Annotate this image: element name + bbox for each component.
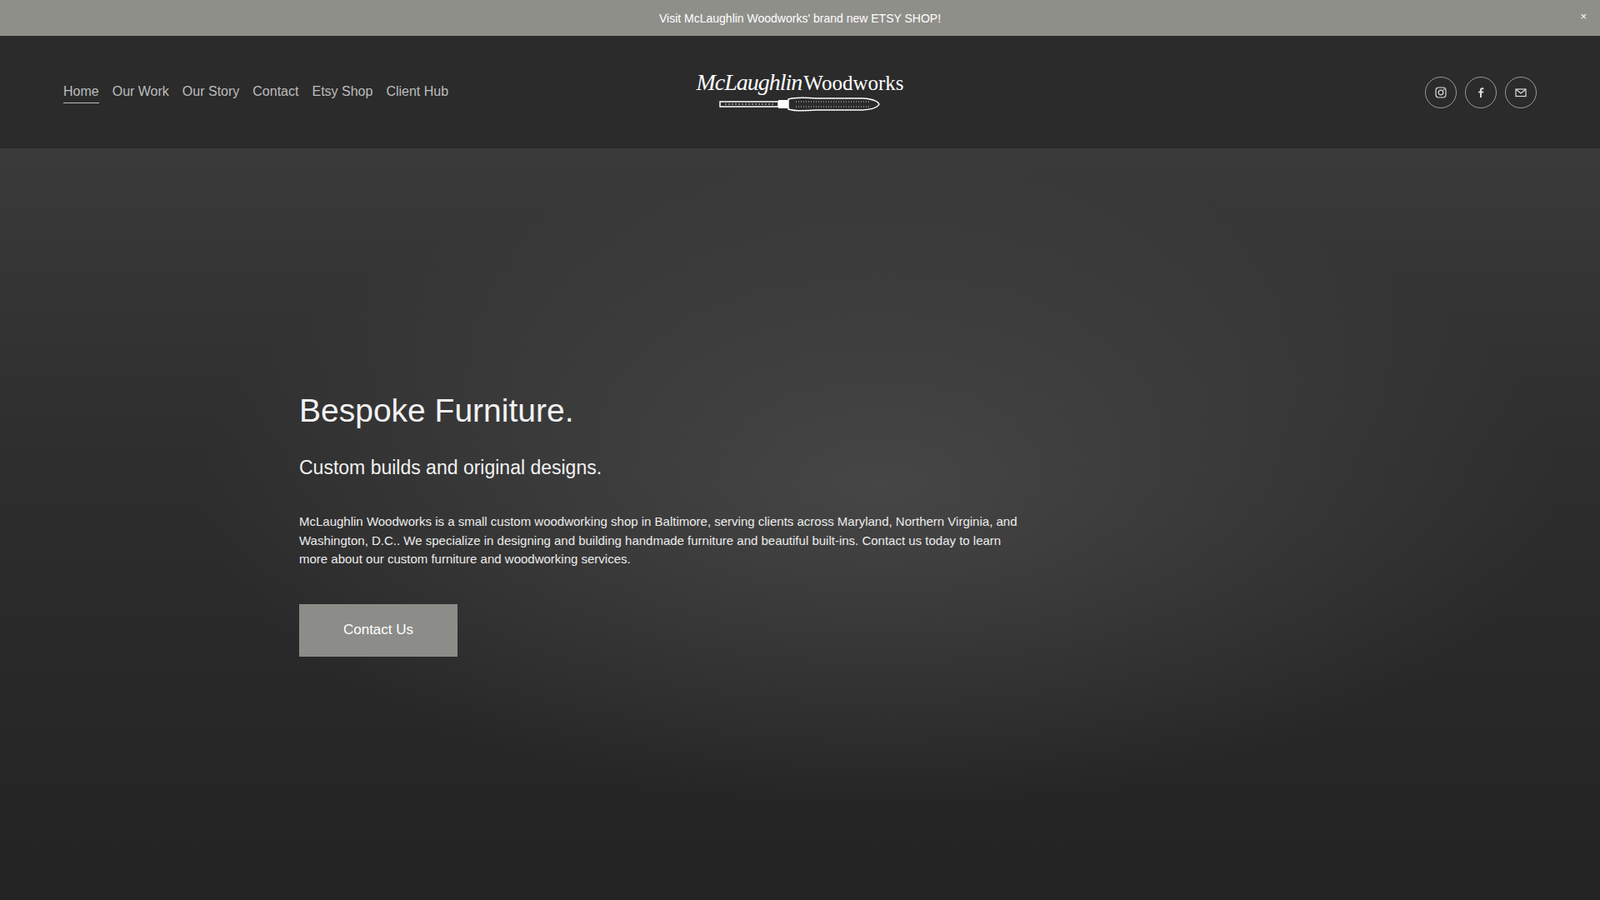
nav-link[interactable]: Client Hub bbox=[385, 80, 449, 104]
close-button[interactable]: × bbox=[1580, 10, 1587, 23]
social-links bbox=[904, 76, 1537, 109]
logo-text: McLaughlinWoodworks bbox=[695, 69, 904, 96]
hero-section: Bespoke Furniture. Custom builds and orig… bbox=[0, 148, 1600, 900]
announcement-bar[interactable]: Visit McLaughlin Woodworks' brand new ET… bbox=[0, 0, 1600, 36]
chisel-icon bbox=[716, 95, 884, 116]
announcement-text[interactable]: Visit McLaughlin Woodworks' brand new ET… bbox=[659, 11, 941, 25]
nav-link[interactable]: Our Work bbox=[112, 80, 170, 104]
hero-body: McLaughlin Woodworks is a small custom w… bbox=[299, 512, 1033, 570]
hero-subtitle: Custom builds and original designs. bbox=[299, 456, 602, 480]
nav-link[interactable]: Etsy Shop bbox=[311, 80, 373, 104]
site-logo[interactable]: McLaughlinWoodworks bbox=[695, 69, 904, 116]
hero-title: Bespoke Furniture. bbox=[299, 391, 575, 431]
nav-link[interactable]: Our Story bbox=[182, 80, 240, 104]
site-header: Home Our Work Our Story Contact Etsy Shop Cli… bbox=[0, 35, 1600, 149]
logo-word: Woodworks bbox=[803, 71, 904, 95]
mail-icon[interactable] bbox=[1505, 76, 1537, 109]
instagram-icon[interactable] bbox=[1425, 76, 1457, 109]
logo-script: McLaughlin bbox=[695, 69, 802, 96]
facebook-icon[interactable] bbox=[1465, 76, 1497, 109]
nav-link[interactable]: Contact bbox=[252, 80, 299, 104]
main-nav: Home Our Work Our Story Contact Etsy Shop Cli… bbox=[63, 80, 696, 104]
contact-button[interactable]: Contact Us bbox=[299, 604, 458, 657]
nav-link[interactable]: Home bbox=[63, 80, 100, 104]
